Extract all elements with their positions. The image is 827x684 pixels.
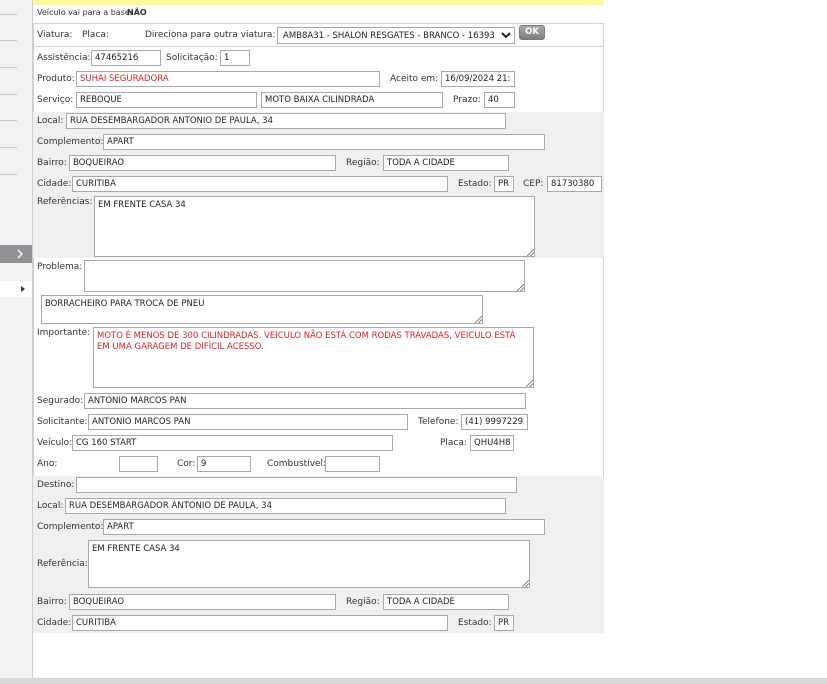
importante-textarea[interactable]: MOTO É MENOS DE 300 CILINDRADAS. VEICULO… [93, 327, 534, 388]
regiao-label: Região: [346, 158, 380, 168]
solicitante-field[interactable] [88, 414, 408, 430]
base-notice-bar: Veículo vai para a base: NÃO [33, 5, 604, 24]
combustivel-field[interactable] [325, 456, 380, 472]
solicitacao-field[interactable] [220, 50, 250, 66]
servico-detalhe-field[interactable] [261, 92, 443, 108]
produto-label: Produto: [37, 74, 75, 84]
problema-obs-wrap: BORRACHEIRO PARA TROCA DE PNEU [41, 295, 483, 324]
estado-label: Estado: [458, 179, 492, 189]
destino-referencia-textarea[interactable]: EM FRENTE CASA 34 [88, 540, 530, 588]
referencias-label: Referências: [37, 197, 93, 207]
destino-field[interactable] [76, 477, 517, 493]
sidebar-item[interactable] [0, 281, 32, 297]
destino-complemento-field[interactable] [103, 519, 545, 535]
solicitante-label: Solicitante: [37, 417, 88, 427]
problema-textarea[interactable] [84, 260, 525, 292]
divider [33, 46, 604, 47]
destino-local-label: Local: [37, 501, 64, 511]
vehicle-select[interactable]: AMB8A31 - SHALON RESGATES - BRANCO - 163… [277, 27, 515, 44]
produto-field[interactable] [76, 71, 380, 87]
complemento-label: Complemento: [37, 137, 104, 147]
viatura-label: Viatura: [37, 30, 73, 40]
importante-label: Importante: [37, 328, 91, 338]
telefone-field[interactable] [461, 414, 528, 430]
destino-local-field[interactable] [65, 498, 506, 514]
destino-bairro-label: Bairro: [37, 597, 67, 607]
prazo-field[interactable] [484, 92, 515, 108]
segurado-field[interactable] [84, 393, 526, 409]
importante-wrap: MOTO É MENOS DE 300 CILINDRADAS. VEICULO… [93, 327, 534, 388]
sidebar-divider [0, 147, 17, 148]
prazo-label: Prazo: [453, 95, 481, 105]
segurado-label: Segurado: [37, 396, 84, 406]
servico-label: Serviço: [37, 95, 74, 105]
solicitacao-label: Solicitação: [166, 53, 218, 63]
referencias-wrap: EM FRENTE CASA 34 [94, 196, 535, 257]
left-sidebar [0, 0, 33, 678]
caret-right-icon [21, 286, 25, 292]
sidebar-divider [0, 94, 17, 95]
cidade-label: Cidade: [37, 179, 72, 189]
destino-referencia-label: Referência: [37, 559, 88, 569]
placa-veiculo-label: Placa: [440, 438, 467, 448]
cor-label: Cor: [177, 459, 196, 469]
destino-referencia-wrap: EM FRENTE CASA 34 [88, 540, 530, 588]
placa-label: Placa: [82, 30, 109, 40]
base-notice-value: NÃO [127, 8, 147, 17]
bottom-scroll-area [0, 678, 827, 684]
direciona-label: Direciona para outra viatura: [145, 30, 276, 40]
veiculo-label: Veículo: [37, 438, 73, 448]
referencias-textarea[interactable]: EM FRENTE CASA 34 [94, 196, 535, 257]
ano-label: Ano: [37, 459, 58, 469]
destino-estado-field[interactable] [494, 615, 514, 631]
cep-label: CEP: [523, 179, 544, 189]
destino-cidade-label: Cidade: [37, 618, 72, 628]
combustivel-label: Combustível: [267, 459, 327, 469]
destino-estado-label: Estado: [458, 618, 492, 628]
telefone-label: Telefone: [418, 417, 459, 427]
destino-complemento-label: Complemento: [37, 522, 104, 532]
cidade-field[interactable] [72, 176, 448, 192]
assistencia-field[interactable] [91, 50, 161, 66]
servico-field[interactable] [76, 92, 257, 108]
cor-field[interactable] [197, 456, 251, 472]
destino-regiao-label: Região: [346, 597, 380, 607]
complemento-field[interactable] [103, 134, 545, 150]
problema-label: Problema: [37, 262, 83, 272]
sidebar-divider [0, 120, 17, 121]
sidebar-divider [0, 14, 17, 15]
chevron-right-icon [17, 249, 23, 259]
destino-regiao-field[interactable] [383, 594, 509, 610]
destino-bairro-field[interactable] [69, 594, 336, 610]
sidebar-divider [0, 174, 17, 175]
base-notice-label: Veículo vai para a base: [37, 8, 133, 17]
bairro-label: Bairro: [37, 158, 67, 168]
ano-field[interactable] [119, 456, 158, 472]
local-label: Local: [37, 116, 64, 126]
regiao-field[interactable] [383, 155, 509, 171]
veiculo-field[interactable] [72, 435, 393, 451]
assistencia-label: Assistência: [37, 53, 91, 63]
sidebar-divider [0, 67, 17, 68]
problema-wrap [84, 260, 525, 292]
destino-label: Destino: [37, 480, 75, 490]
destino-cidade-field[interactable] [72, 615, 448, 631]
local-field[interactable] [66, 113, 506, 129]
problema-obs-textarea[interactable]: BORRACHEIRO PARA TROCA DE PNEU [41, 295, 483, 324]
estado-field[interactable] [494, 176, 514, 192]
cep-field[interactable] [547, 176, 602, 192]
ok-button[interactable]: OK [519, 25, 545, 40]
aceito-label: Aceito em: [390, 74, 439, 84]
bairro-field[interactable] [69, 155, 336, 171]
aceito-field[interactable] [441, 71, 515, 87]
sidebar-toggle-button[interactable] [0, 245, 32, 263]
sidebar-divider [0, 40, 17, 41]
placa-field[interactable] [470, 435, 514, 451]
